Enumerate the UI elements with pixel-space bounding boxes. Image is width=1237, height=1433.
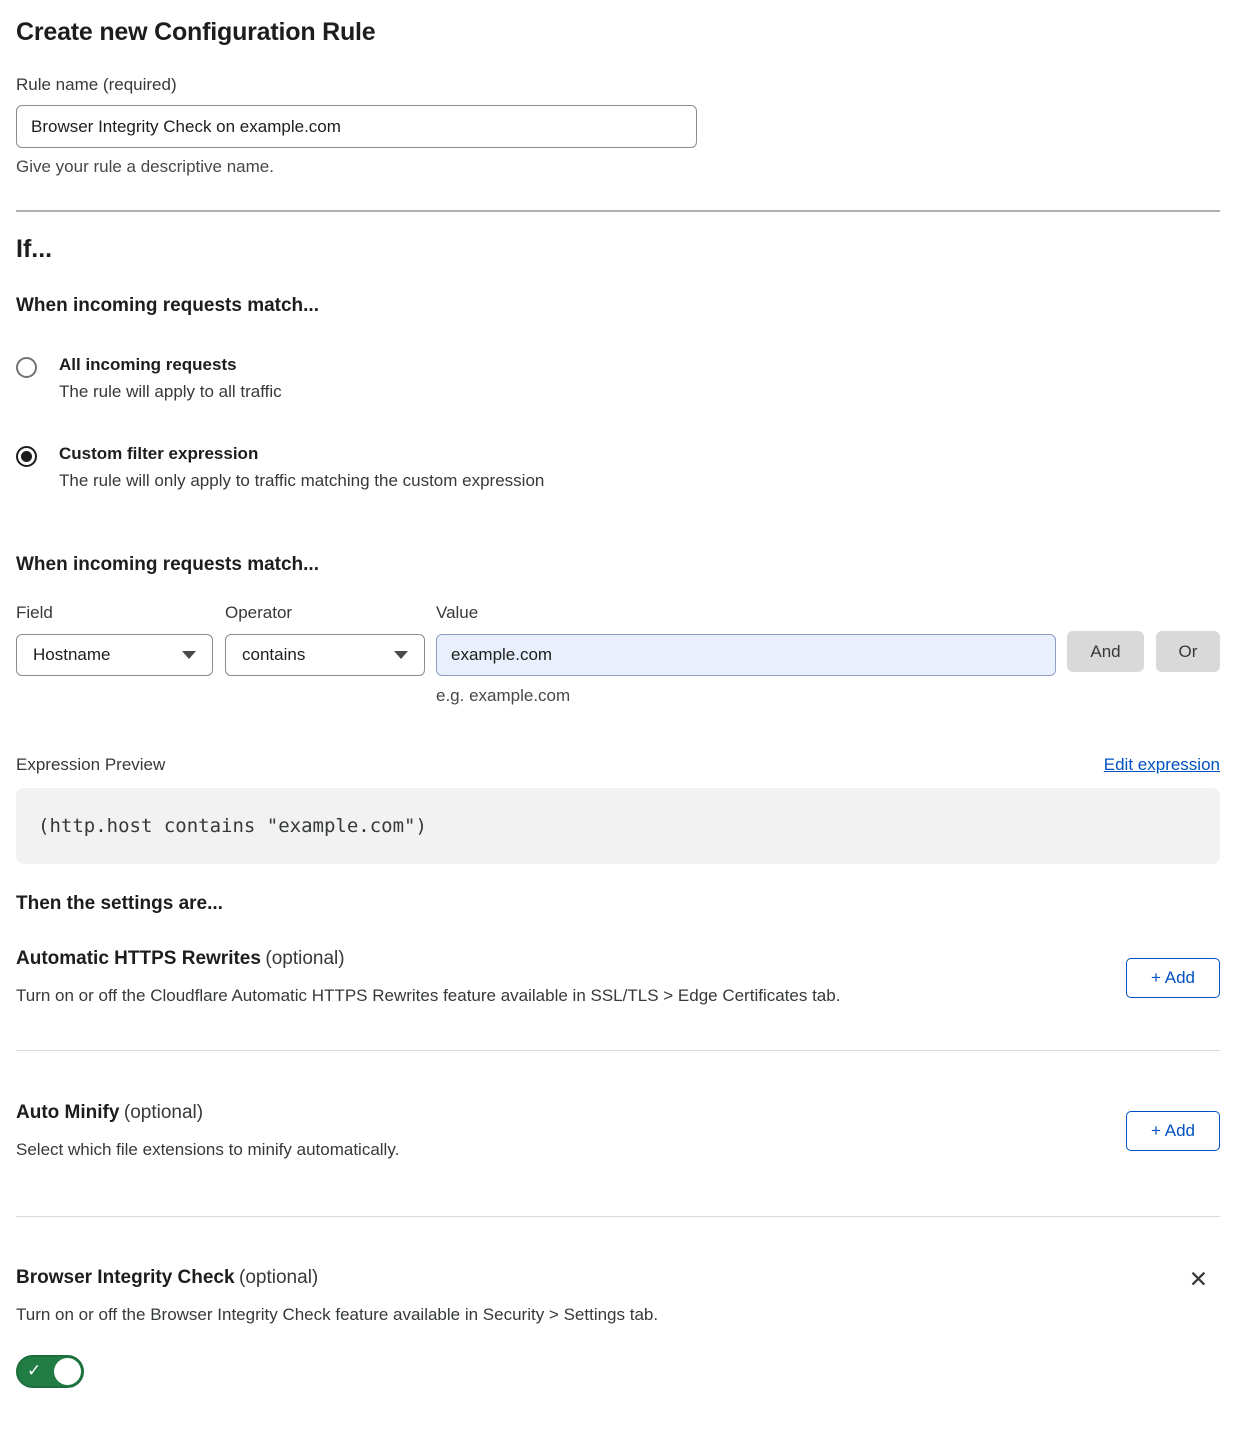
match-heading: When incoming requests match... <box>16 295 1220 317</box>
setting-browser-integrity-check: Browser Integrity Check (optional) Turn … <box>16 1267 1220 1393</box>
setting-name: Auto Minify <box>16 1102 119 1123</box>
close-icon[interactable]: ✕ <box>1189 1269 1208 1292</box>
toggle-knob[interactable] <box>54 1358 81 1385</box>
radio-all-incoming-requests[interactable]: All incoming requests The rule will appl… <box>16 355 1220 402</box>
setting-optional-tag: (optional) <box>239 1267 318 1288</box>
setting-automatic-https-rewrites: Automatic HTTPS Rewrites (optional) Turn… <box>16 948 1220 1006</box>
edit-expression-link[interactable]: Edit expression <box>1104 755 1220 775</box>
setting-description: Turn on or off the Cloudflare Automatic … <box>16 986 840 1006</box>
chevron-down-icon <box>394 651 408 659</box>
rule-name-input[interactable] <box>16 105 697 148</box>
radio-label: Custom filter expression <box>59 444 544 464</box>
then-heading: Then the settings are... <box>16 893 1220 915</box>
check-icon: ✓ <box>27 1361 41 1381</box>
value-label: Value <box>436 603 1056 623</box>
rule-name-help: Give your rule a descriptive name. <box>16 157 1220 177</box>
setting-description: Select which file extensions to minify a… <box>16 1140 399 1160</box>
value-help: e.g. example.com <box>436 686 1056 706</box>
setting-optional-tag: (optional) <box>124 1102 203 1123</box>
setting-name: Automatic HTTPS Rewrites <box>16 948 261 969</box>
filter-builder-row: Field Hostname Operator contains Value e… <box>16 603 1220 706</box>
setting-name: Browser Integrity Check <box>16 1267 235 1288</box>
radio-selected-icon[interactable] <box>16 446 37 467</box>
browser-integrity-check-toggle[interactable]: ✓ <box>16 1355 84 1388</box>
chevron-down-icon <box>182 651 196 659</box>
if-heading: If... <box>16 235 1220 264</box>
setting-description: Turn on or off the Browser Integrity Che… <box>16 1305 658 1325</box>
section-divider <box>16 1050 1220 1051</box>
operator-label: Operator <box>225 603 425 623</box>
add-automatic-https-rewrites-button[interactable]: + Add <box>1126 958 1220 998</box>
operator-select[interactable]: contains <box>225 634 425 676</box>
radio-description: The rule will only apply to traffic matc… <box>59 471 544 491</box>
page-title: Create new Configuration Rule <box>16 18 1220 47</box>
radio-label: All incoming requests <box>59 355 282 375</box>
and-button[interactable]: And <box>1067 631 1144 672</box>
add-auto-minify-button[interactable]: + Add <box>1126 1111 1220 1151</box>
expression-preview-code: (http.host contains "example.com") <box>16 788 1220 864</box>
value-input[interactable] <box>436 634 1056 676</box>
create-configuration-rule-form: Create new Configuration Rule Rule name … <box>0 0 1237 1433</box>
section-divider <box>16 1216 1220 1217</box>
operator-select-value: contains <box>242 645 305 665</box>
section-divider <box>16 210 1220 212</box>
setting-optional-tag: (optional) <box>265 948 344 969</box>
match-radio-group: All incoming requests The rule will appl… <box>16 355 1220 491</box>
field-select[interactable]: Hostname <box>16 634 213 676</box>
expression-preview-label: Expression Preview <box>16 755 165 775</box>
filter-heading: When incoming requests match... <box>16 554 1220 576</box>
or-button[interactable]: Or <box>1156 631 1220 672</box>
radio-unselected-icon[interactable] <box>16 357 37 378</box>
field-label: Field <box>16 603 213 623</box>
radio-description: The rule will apply to all traffic <box>59 382 282 402</box>
field-select-value: Hostname <box>33 645 110 665</box>
setting-auto-minify: Auto Minify (optional) Select which file… <box>16 1102 1220 1160</box>
radio-custom-filter-expression[interactable]: Custom filter expression The rule will o… <box>16 444 1220 491</box>
rule-name-label: Rule name (required) <box>16 75 1220 95</box>
